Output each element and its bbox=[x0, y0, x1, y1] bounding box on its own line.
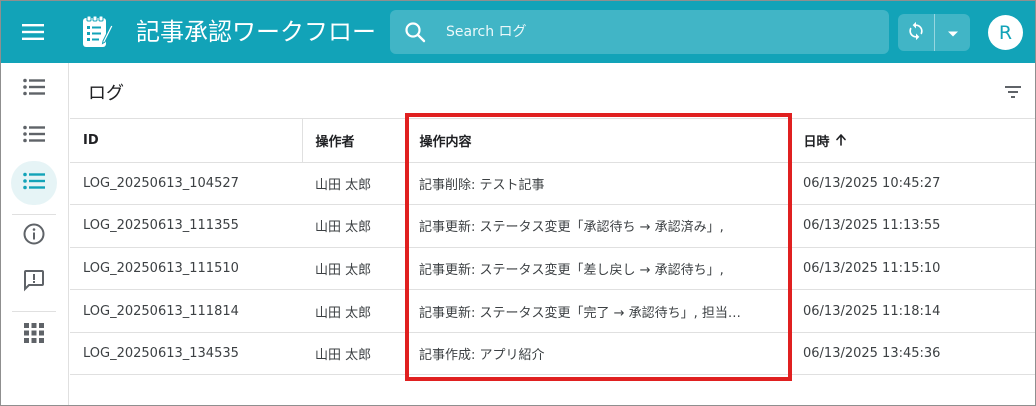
log-table: ID 操作者 操作内容 日時 LOG_20250613_104527 山田 太郎… bbox=[70, 119, 1035, 376]
cell-description: 記事更新: ステータス変更「承認待ち → 承認済み」, bbox=[406, 204, 790, 248]
nav-list-2[interactable] bbox=[11, 114, 57, 158]
log-panel: ログ ID 操作者 操作内容 日時 LOG_20250613_104527 山田… bbox=[70, 63, 1035, 405]
nav-list-3-active[interactable] bbox=[11, 161, 57, 205]
column-header-datetime[interactable]: 日時 bbox=[790, 119, 1035, 163]
panel-title: ログ bbox=[88, 83, 124, 104]
column-header-datetime-label: 日時 bbox=[803, 134, 830, 150]
side-navigation bbox=[1, 63, 69, 405]
sync-icon bbox=[906, 21, 926, 45]
list-icon bbox=[23, 78, 45, 100]
filter-icon[interactable] bbox=[1002, 83, 1024, 101]
arrow-up-icon bbox=[835, 134, 846, 150]
cell-operator: 山田 太郎 bbox=[302, 247, 406, 291]
cell-id: LOG_20250613_104527 bbox=[70, 162, 302, 206]
table-header-row: ID 操作者 操作内容 日時 bbox=[70, 119, 1035, 163]
column-header-operator[interactable]: 操作者 bbox=[302, 119, 407, 163]
cell-id: LOG_20250613_111510 bbox=[70, 247, 302, 291]
cell-id: LOG_20250613_111355 bbox=[70, 204, 302, 248]
info-icon bbox=[22, 222, 46, 250]
user-avatar[interactable]: R bbox=[988, 15, 1023, 50]
nav-list-1[interactable] bbox=[11, 67, 57, 111]
cell-datetime: 06/13/2025 13:45:36 bbox=[790, 332, 1035, 376]
table-row[interactable]: LOG_20250613_111355 山田 太郎 記事更新: ステータス変更「… bbox=[70, 204, 1035, 248]
column-header-id[interactable]: ID bbox=[70, 119, 303, 163]
cell-description: 記事更新: ステータス変更「完了 → 承認待ち」, 担当… bbox=[406, 289, 790, 333]
app-header: 記事承認ワークフロー R bbox=[1, 1, 1035, 63]
app-title: 記事承認ワークフロー bbox=[136, 18, 376, 46]
cell-datetime: 06/13/2025 11:18:14 bbox=[790, 289, 1035, 333]
nav-apps[interactable] bbox=[11, 313, 57, 357]
cell-datetime: 06/13/2025 10:45:27 bbox=[790, 162, 1035, 206]
cell-operator: 山田 太郎 bbox=[302, 289, 406, 333]
list-icon bbox=[23, 172, 45, 194]
feedback-icon bbox=[22, 268, 46, 296]
app-window: 記事承認ワークフロー R bbox=[0, 0, 1036, 406]
nav-info[interactable] bbox=[11, 214, 57, 258]
column-header-description[interactable]: 操作内容 bbox=[406, 119, 791, 163]
list-icon bbox=[23, 125, 45, 147]
cell-id: LOG_20250613_134535 bbox=[70, 332, 302, 376]
cell-datetime: 06/13/2025 11:15:10 bbox=[790, 247, 1035, 291]
dropdown-button[interactable] bbox=[935, 14, 970, 51]
cell-description: 記事作成: アプリ紹介 bbox=[406, 332, 790, 376]
search-input[interactable] bbox=[446, 10, 876, 54]
action-button-group bbox=[898, 14, 970, 51]
notepad-pencil-icon bbox=[81, 15, 114, 49]
hamburger-menu-icon[interactable] bbox=[15, 19, 51, 45]
cell-id: LOG_20250613_111814 bbox=[70, 289, 302, 333]
cell-description: 記事更新: ステータス変更「差し戻し → 承認待ち」, bbox=[406, 247, 790, 291]
cell-description: 記事削除: テスト記事 bbox=[406, 162, 790, 206]
cell-operator: 山田 太郎 bbox=[302, 332, 406, 376]
cell-operator: 山田 太郎 bbox=[302, 204, 406, 248]
caret-down-icon bbox=[947, 23, 959, 42]
search-box[interactable] bbox=[390, 10, 889, 54]
table-row[interactable]: LOG_20250613_134535 山田 太郎 記事作成: アプリ紹介 06… bbox=[70, 332, 1035, 376]
table-row[interactable]: LOG_20250613_104527 山田 太郎 記事削除: テスト記事 06… bbox=[70, 162, 1035, 206]
search-icon bbox=[404, 21, 426, 43]
table-row[interactable]: LOG_20250613_111814 山田 太郎 記事更新: ステータス変更「… bbox=[70, 289, 1035, 333]
apps-grid-icon bbox=[24, 323, 44, 347]
cell-operator: 山田 太郎 bbox=[302, 162, 406, 206]
nav-divider bbox=[12, 311, 56, 312]
cell-datetime: 06/13/2025 11:13:55 bbox=[790, 204, 1035, 248]
sync-button[interactable] bbox=[898, 14, 934, 51]
nav-feedback[interactable] bbox=[11, 260, 57, 304]
table-row[interactable]: LOG_20250613_111510 山田 太郎 記事更新: ステータス変更「… bbox=[70, 247, 1035, 291]
